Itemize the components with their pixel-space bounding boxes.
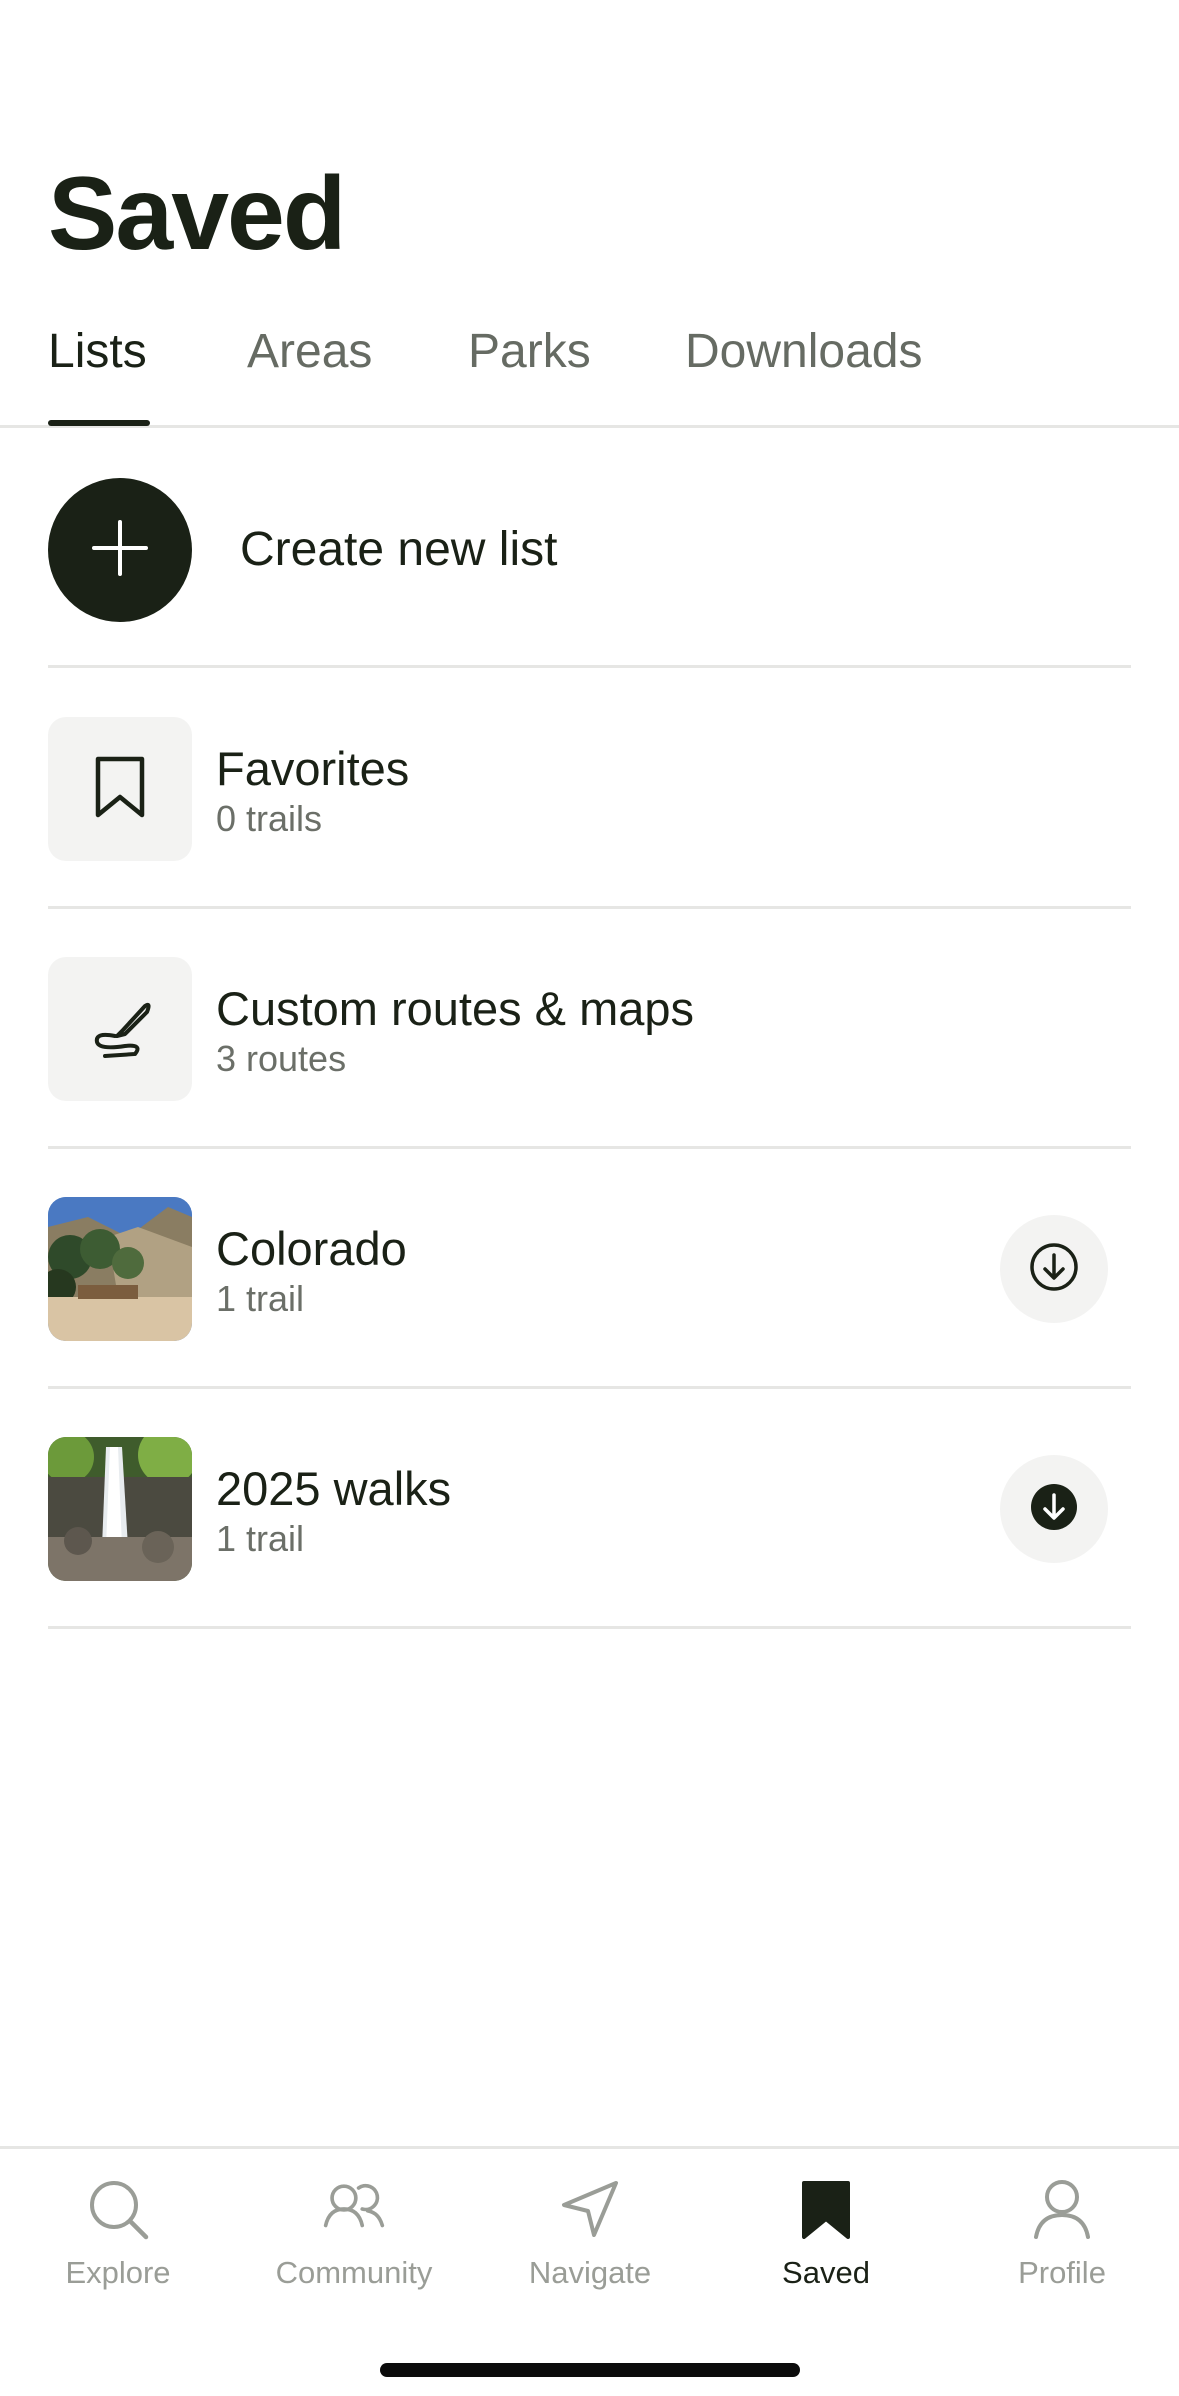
list-thumbnail <box>48 717 192 861</box>
download-filled-icon <box>1028 1481 1080 1538</box>
waterfall-photo <box>48 1437 192 1581</box>
bottom-nav-bar: Explore Community Navigate Saved Profile <box>0 2146 1179 2396</box>
nav-saved[interactable]: Saved <box>708 2149 944 2309</box>
list-title: Favorites <box>216 742 410 795</box>
list-item-custom-routes[interactable]: Custom routes & maps 3 routes <box>48 909 1131 1149</box>
home-indicator <box>380 2363 800 2377</box>
bookmark-filled-icon <box>794 2177 858 2241</box>
list-count: 0 trails <box>216 798 323 839</box>
pen-route-icon <box>85 992 155 1067</box>
nav-navigate[interactable]: Navigate <box>472 2149 708 2309</box>
bookmark-icon <box>92 755 148 824</box>
list-count: 1 trail <box>216 1518 305 1559</box>
active-tab-indicator <box>48 420 150 426</box>
nav-label: Explore <box>65 2255 171 2290</box>
tab-areas[interactable]: Areas <box>247 328 372 376</box>
nav-label: Community <box>275 2255 433 2290</box>
list-item-colorado[interactable]: Colorado 1 trail <box>48 1149 1131 1389</box>
list-title: Custom routes & maps <box>216 982 695 1035</box>
nav-explore[interactable]: Explore <box>0 2149 236 2309</box>
tab-lists[interactable]: Lists <box>48 328 147 376</box>
tab-downloads[interactable]: Downloads <box>685 328 922 376</box>
plus-icon <box>90 518 150 583</box>
page-title: Saved <box>48 156 346 272</box>
nav-label: Saved <box>782 2255 870 2290</box>
list-item-favorites[interactable]: Favorites 0 trails <box>48 669 1131 909</box>
nav-profile[interactable]: Profile <box>944 2149 1179 2309</box>
tab-bar: Lists Areas Parks Downloads <box>0 300 1179 428</box>
nav-community[interactable]: Community <box>236 2149 472 2309</box>
list-title: Colorado <box>216 1222 407 1275</box>
search-icon <box>86 2177 150 2241</box>
person-icon <box>1030 2177 1094 2241</box>
download-button[interactable] <box>1000 1455 1108 1563</box>
create-new-list-row[interactable]: Create new list <box>48 478 1131 668</box>
nav-label: Navigate <box>528 2255 652 2290</box>
list-title: 2025 walks <box>216 1462 452 1515</box>
list-count: 1 trail <box>216 1278 305 1319</box>
navigate-arrow-icon <box>558 2177 622 2241</box>
list-thumbnail <box>48 957 192 1101</box>
tab-parks[interactable]: Parks <box>468 328 591 376</box>
download-button[interactable] <box>1000 1215 1108 1323</box>
download-outline-icon <box>1028 1241 1080 1298</box>
list-item-2025-walks[interactable]: 2025 walks 1 trail <box>48 1389 1131 1629</box>
create-list-label: Create new list <box>240 523 558 576</box>
nav-label: Profile <box>1018 2255 1106 2290</box>
create-list-button[interactable] <box>48 478 192 622</box>
mountain-trail-photo <box>48 1197 192 1341</box>
people-icon <box>322 2177 386 2241</box>
list-count: 3 routes <box>216 1038 347 1079</box>
